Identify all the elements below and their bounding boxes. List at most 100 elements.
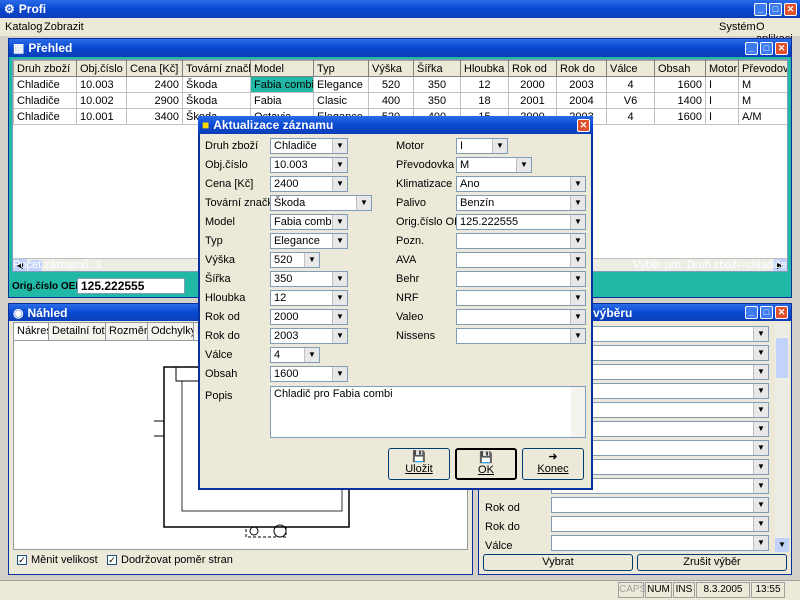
column-header[interactable]: Převodovka bbox=[738, 60, 787, 77]
chevron-down-icon[interactable]: ▼ bbox=[753, 441, 768, 455]
field-combo[interactable]: 4 ▼ bbox=[270, 347, 320, 363]
chevron-down-icon[interactable]: ▼ bbox=[332, 177, 347, 191]
filter-combo[interactable]: ▼ bbox=[551, 497, 769, 513]
field-combo[interactable]: ▼ bbox=[456, 290, 586, 306]
chevron-down-icon[interactable]: ▼ bbox=[753, 365, 768, 379]
table-cell[interactable]: Elegance bbox=[313, 76, 369, 93]
field-combo[interactable]: Chladiče ▼ bbox=[270, 138, 348, 154]
menu-katalog[interactable]: Katalog bbox=[5, 21, 42, 33]
field-combo[interactable]: I ▼ bbox=[456, 138, 508, 154]
popis-textarea[interactable]: Chladič pro Fabia combi bbox=[270, 386, 586, 438]
column-header[interactable]: Obsah bbox=[654, 60, 706, 77]
ok-button[interactable]: 💾 OK bbox=[455, 448, 517, 480]
chevron-down-icon[interactable]: ▼ bbox=[753, 384, 768, 398]
table-cell[interactable]: I bbox=[705, 76, 739, 93]
table-cell[interactable]: 2004 bbox=[556, 92, 607, 109]
chevron-down-icon[interactable]: ▼ bbox=[492, 139, 507, 153]
chevron-down-icon[interactable]: ▼ bbox=[332, 367, 347, 381]
close-icon[interactable]: ✕ bbox=[577, 118, 590, 132]
table-cell[interactable]: 1600 bbox=[654, 108, 706, 125]
column-header[interactable]: Válce bbox=[606, 60, 655, 77]
minimize-icon[interactable]: _ bbox=[745, 41, 758, 55]
cancel-selection-button[interactable]: Zrušit výběr bbox=[637, 554, 787, 571]
field-combo[interactable]: 10.003 ▼ bbox=[270, 157, 348, 173]
close-icon[interactable]: ✕ bbox=[784, 2, 797, 16]
menu-system[interactable]: Systém bbox=[719, 21, 756, 33]
table-cell[interactable]: 2003 bbox=[556, 76, 607, 93]
chevron-down-icon[interactable]: ▼ bbox=[304, 253, 319, 267]
table-cell[interactable]: Clasic bbox=[313, 92, 369, 109]
column-header[interactable]: Výška bbox=[368, 60, 414, 77]
column-header[interactable]: Rok do bbox=[556, 60, 607, 77]
minimize-icon[interactable]: _ bbox=[745, 306, 758, 319]
chevron-down-icon[interactable]: ▼ bbox=[753, 327, 768, 341]
resize-checkbox[interactable]: ✓ bbox=[17, 555, 27, 565]
field-combo[interactable]: 2003 ▼ bbox=[270, 328, 348, 344]
chevron-down-icon[interactable]: ▼ bbox=[570, 196, 585, 210]
chevron-down-icon[interactable]: ▼ bbox=[753, 479, 768, 493]
table-cell[interactable]: 350 bbox=[413, 76, 461, 93]
table-cell[interactable]: 3400 bbox=[126, 108, 183, 125]
table-cell[interactable]: Škoda bbox=[182, 92, 251, 109]
end-button[interactable]: ➜ Konec bbox=[522, 448, 584, 480]
chevron-down-icon[interactable]: ▼ bbox=[570, 329, 585, 343]
table-cell[interactable]: Fabia bbox=[250, 92, 314, 109]
column-header[interactable]: Model bbox=[250, 60, 314, 77]
chevron-down-icon[interactable]: ▼ bbox=[753, 422, 768, 436]
filter-combo[interactable]: ▼ bbox=[551, 535, 769, 551]
field-combo[interactable]: ▼ bbox=[456, 233, 586, 249]
table-cell[interactable]: Chladiče bbox=[13, 76, 77, 93]
column-header[interactable]: Motor bbox=[705, 60, 739, 77]
chevron-down-icon[interactable]: ▼ bbox=[570, 253, 585, 267]
column-header[interactable]: Typ bbox=[313, 60, 369, 77]
table-cell[interactable]: 4 bbox=[606, 108, 655, 125]
chevron-down-icon[interactable]: ▼ bbox=[516, 158, 531, 172]
maximize-icon[interactable]: □ bbox=[760, 41, 773, 55]
table-cell[interactable]: 1600 bbox=[654, 76, 706, 93]
column-header[interactable]: Rok od bbox=[508, 60, 557, 77]
maximize-icon[interactable]: □ bbox=[760, 306, 773, 319]
field-combo[interactable]: Ano ▼ bbox=[456, 176, 586, 192]
column-header[interactable]: Cena [Kč] bbox=[126, 60, 183, 77]
field-combo[interactable]: ▼ bbox=[456, 328, 586, 344]
chevron-down-icon[interactable]: ▼ bbox=[753, 498, 768, 512]
table-cell[interactable]: Chladiče bbox=[13, 92, 77, 109]
field-combo[interactable]: Škoda ▼ bbox=[270, 195, 372, 211]
vyber-vertical-scrollbar[interactable]: ▼ bbox=[775, 324, 789, 552]
chevron-down-icon[interactable]: ▼ bbox=[332, 272, 347, 286]
field-combo[interactable]: 2400 ▼ bbox=[270, 176, 348, 192]
table-cell[interactable]: 10.002 bbox=[76, 92, 127, 109]
chevron-down-icon[interactable]: ▼ bbox=[570, 272, 585, 286]
table-cell[interactable]: M bbox=[738, 76, 787, 93]
table-cell[interactable]: 520 bbox=[368, 76, 414, 93]
chevron-down-icon[interactable]: ▼ bbox=[332, 139, 347, 153]
menu-zobrazit[interactable]: Zobrazit bbox=[44, 21, 84, 33]
field-combo[interactable]: 2000 ▼ bbox=[270, 309, 348, 325]
scroll-down-icon[interactable]: ▼ bbox=[775, 538, 789, 552]
field-combo[interactable]: M ▼ bbox=[456, 157, 532, 173]
popis-scrollbar[interactable] bbox=[571, 387, 585, 437]
field-combo[interactable]: ▼ bbox=[456, 252, 586, 268]
table-row[interactable]: Chladiče 10.002 2900 Škoda Fabia Clasic 400 350… bbox=[13, 92, 787, 109]
column-header[interactable]: Hloubka bbox=[460, 60, 509, 77]
chevron-down-icon[interactable]: ▼ bbox=[570, 177, 585, 191]
field-combo[interactable]: 125.222555 ▼ bbox=[456, 214, 586, 230]
chevron-down-icon[interactable]: ▼ bbox=[570, 291, 585, 305]
table-cell[interactable]: I bbox=[705, 92, 739, 109]
table-cell[interactable]: 12 bbox=[460, 76, 509, 93]
table-cell[interactable]: Škoda bbox=[182, 76, 251, 93]
chevron-down-icon[interactable]: ▼ bbox=[356, 196, 371, 210]
table-cell[interactable]: 10.003 bbox=[76, 76, 127, 93]
field-combo[interactable]: ▼ bbox=[456, 309, 586, 325]
column-header[interactable]: Tovární značka bbox=[182, 60, 251, 77]
chevron-down-icon[interactable]: ▼ bbox=[304, 348, 319, 362]
chevron-down-icon[interactable]: ▼ bbox=[332, 158, 347, 172]
table-cell[interactable]: Fabia combi bbox=[250, 76, 314, 93]
chevron-down-icon[interactable]: ▼ bbox=[570, 215, 585, 229]
table-cell[interactable]: V6 bbox=[606, 92, 655, 109]
chevron-down-icon[interactable]: ▼ bbox=[570, 310, 585, 324]
field-combo[interactable]: 12 ▼ bbox=[270, 290, 348, 306]
close-icon[interactable]: ✕ bbox=[775, 306, 788, 319]
table-cell[interactable]: 10.001 bbox=[76, 108, 127, 125]
table-cell[interactable]: M bbox=[738, 92, 787, 109]
